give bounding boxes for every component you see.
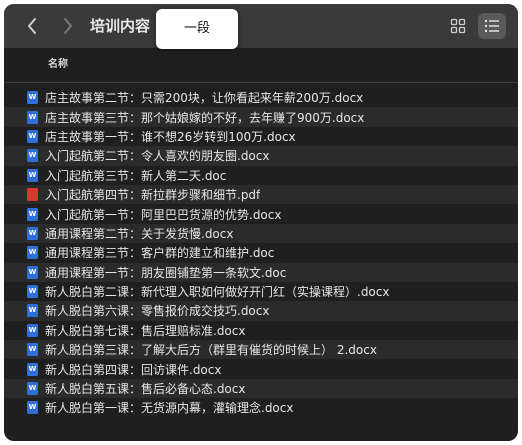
column-header-name[interactable]: 名称 [48,48,68,82]
file-name: 新人脱白第六课：零售报价成交技巧.docx [45,304,270,319]
word-file-icon: W [27,343,38,357]
file-name: 店主故事第三节：那个姑娘嫁的不好，去年赚了900万.docx [45,110,365,125]
word-file-icon: W [27,129,38,143]
file-name: 入门起航第一节：阿里巴巴货源的优势.docx [45,207,282,222]
file-row[interactable]: W 店主故事第二节：只需200块，让你看起来年薪200万.docx [4,88,518,107]
file-row[interactable]: W 新人脱白第四课：回访课件.docx [4,359,518,378]
file-row[interactable]: W 新人脱白第六课：零售报价成交技巧.docx [4,301,518,321]
file-name: 新人脱白第五课：售后必备心态.docx [45,382,246,397]
word-file-icon: W [27,110,38,124]
file-row[interactable]: 入门起航第四节：新拉群步骤和细节.pdf [4,184,518,205]
word-file-icon: W [27,401,38,415]
word-file-icon: W [27,91,38,105]
word-file-icon: W [27,362,38,376]
chevron-right-icon [64,18,72,34]
file-row[interactable]: W 通用课程第一节：朋友圈铺垫第一条软文.doc [4,262,518,282]
word-file-icon: W [27,246,38,260]
file-name: 入门起航第二节：令人喜欢的朋友圈.docx [45,149,270,164]
grid-icon [450,18,466,34]
file-row[interactable]: W 新人脱白第七课：售后理赔标准.docx [4,321,518,340]
window-title: 培训内容 [90,17,151,35]
toolbar: 培训内容 一段 [4,4,518,49]
forward-button[interactable] [56,14,80,38]
file-row[interactable]: W 入门起航第三节：新人第二天.doc [4,166,518,185]
file-name: 新人脱白第四课：回访课件.docx [45,362,222,377]
file-row[interactable]: W 入门起航第二节：令人喜欢的朋友圈.docx [4,146,518,166]
pdf-file-icon [27,188,38,202]
file-row[interactable]: W 新人脱白第三课：了解大后方（群里有催货的时候上） 2.docx [4,340,518,360]
file-name: 通用课程第一节：朋友圈铺垫第一条软文.doc [45,265,287,280]
list-header: 名称 [4,48,518,83]
word-file-icon: W [27,265,38,279]
file-row[interactable]: W 通用课程第三节：客户群的建立和维护.doc [4,243,518,262]
file-name: 通用课程第三节：客户群的建立和维护.doc [45,246,275,261]
word-file-icon: W [27,285,38,299]
word-file-icon: W [27,149,38,163]
file-row[interactable]: W 入门起航第一节：阿里巴巴货源的优势.docx [4,204,518,223]
file-name: 新人脱白第二课：新代理入职如何做好开门红（实操课程）.docx [45,285,390,300]
list-view-button[interactable] [478,13,506,39]
word-file-icon: W [27,382,38,396]
file-row[interactable]: W 新人脱白第五课：售后必备心态.docx [4,378,518,399]
file-name: 店主故事第一节：谁不想26岁转到100万.docx [45,129,296,144]
word-file-icon: W [27,323,38,337]
word-file-icon: W [27,226,38,240]
file-row[interactable]: W 店主故事第三节：那个姑娘嫁的不好，去年赚了900万.docx [4,107,518,127]
file-row[interactable]: W 新人脱白第一课：无货源内幕，灌输理念.docx [4,398,518,417]
file-name: 入门起航第四节：新拉群步骤和细节.pdf [45,188,261,203]
file-name: 通用课程第二节：关于发货慢.docx [45,226,234,241]
word-file-icon: W [27,304,38,318]
file-list: W 店主故事第二节：只需200块，让你看起来年薪200万.docx W 店主故事第三节… [4,88,518,418]
list-icon [484,19,499,33]
tooltip-popup: 一段 [156,9,238,49]
word-file-icon: W [27,207,38,221]
file-row[interactable]: W 新人脱白第二课：新代理入职如何做好开门红（实操课程）.docx [4,282,518,301]
back-button[interactable] [20,14,44,38]
finder-window: 培训内容 一段 名称 W 店主故事第二节：只需200块，让你看起来年薪200万.d… [4,4,518,441]
file-row[interactable]: W 店主故事第一节：谁不想26岁转到100万.docx [4,127,518,146]
file-name: 新人脱白第三课：了解大后方（群里有催货的时候上） 2.docx [45,343,377,358]
file-name: 入门起航第三节：新人第二天.doc [45,168,227,183]
chevron-left-icon [28,18,36,34]
file-row[interactable]: W 通用课程第二节：关于发货慢.docx [4,223,518,244]
file-name: 新人脱白第一课：无货源内幕，灌输理念.docx [45,401,294,416]
file-name: 新人脱白第七课：售后理赔标准.docx [45,323,246,338]
grid-view-button[interactable] [444,13,472,39]
word-file-icon: W [27,168,38,182]
file-name: 店主故事第二节：只需200块，让你看起来年薪200万.docx [45,91,364,106]
